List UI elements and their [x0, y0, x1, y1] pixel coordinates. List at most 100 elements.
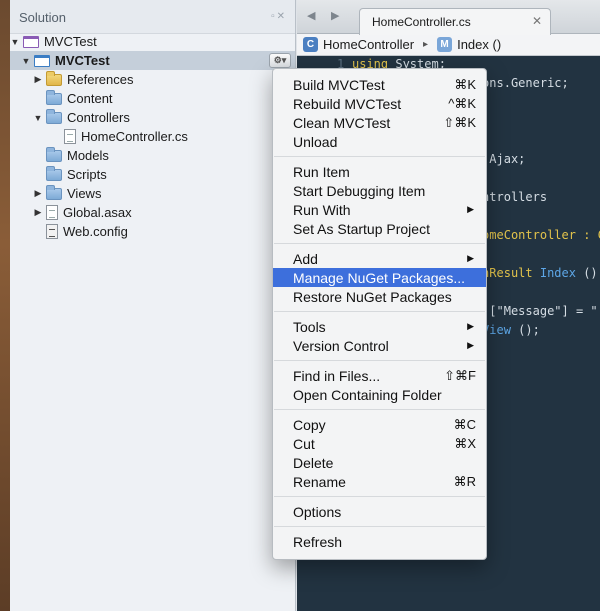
menu-shortcut: ⇧⌘K — [443, 114, 476, 130]
menu-shortcut: ⌘C — [453, 416, 476, 432]
disclosure-closed-icon[interactable]: ▶ — [33, 74, 43, 85]
folder-icon — [46, 184, 62, 200]
menu-item-manage-nuget-packages[interactable]: Manage NuGet Packages... — [273, 268, 486, 287]
tree-item[interactable]: Models — [10, 146, 295, 165]
menu-item-label: Delete — [293, 454, 334, 471]
solution-pane: Solution ▫✕ ▼ MVCTest ▼ MVCTest ⚙▾ ▶ Reference… — [10, 0, 296, 611]
menu-item-restore-nuget-packages[interactable]: Restore NuGet Packages — [273, 287, 486, 306]
folder-icon — [46, 108, 62, 124]
desktop-background-strip — [0, 0, 10, 611]
menu-item-label: Set As Startup Project — [293, 220, 430, 237]
disclosure-closed-icon[interactable]: ▶ — [33, 207, 43, 218]
menu-separator — [274, 409, 485, 410]
close-icon[interactable]: ✕ — [532, 14, 542, 28]
tree-item[interactable]: HomeController.cs — [10, 127, 295, 146]
class-icon: C — [303, 37, 318, 52]
menu-item-find-in-files[interactable]: Find in Files... ⇧⌘F — [273, 366, 486, 385]
menu-item-label: Run With — [293, 201, 351, 218]
solution-icon — [23, 35, 39, 48]
forward-arrow-icon[interactable]: ▶ — [331, 9, 339, 22]
disclosure-open-icon[interactable]: ▼ — [21, 56, 31, 66]
menu-item-refresh[interactable]: Refresh — [273, 532, 486, 551]
submenu-arrow-icon: ▶ — [467, 340, 474, 350]
path-class[interactable]: HomeController — [323, 37, 414, 52]
folder-icon — [46, 89, 62, 105]
back-arrow-icon[interactable]: ◀ — [307, 9, 315, 22]
menu-item-label: Manage NuGet Packages... — [293, 269, 465, 286]
menu-item-add[interactable]: Add ▶ — [273, 249, 486, 268]
menu-item-label: Find in Files... — [293, 367, 381, 384]
menu-item-options[interactable]: Options — [273, 502, 486, 521]
menu-item-open-containing-folder[interactable]: Open Containing Folder — [273, 385, 486, 404]
disclosure-closed-icon[interactable]: ▶ — [33, 188, 43, 199]
context-menu: Build MVCTest ⌘K Rebuild MVCTest ^⌘K Clean M… — [272, 68, 487, 560]
tree-item[interactable]: Web.config — [10, 222, 295, 241]
tree-item-label: Models — [67, 148, 109, 163]
menu-item-label: Unload — [293, 133, 338, 150]
menu-item-label: Refresh — [293, 533, 343, 550]
gear-icon[interactable]: ⚙▾ — [269, 53, 291, 68]
menu-item-clean-mvctest[interactable]: Clean MVCTest ⇧⌘K — [273, 113, 486, 132]
menu-item-label: Copy — [293, 416, 326, 433]
menu-shortcut: ⌘R — [453, 473, 476, 489]
tree-item[interactable]: ▼ MVCTest — [10, 32, 295, 51]
menu-item-run-item[interactable]: Run Item — [273, 162, 486, 181]
menu-item-label: Options — [293, 503, 342, 520]
menu-item-cut[interactable]: Cut ⌘X — [273, 434, 486, 453]
menu-item-build-mvctest[interactable]: Build MVCTest ⌘K — [273, 75, 486, 94]
tab-title: HomeController.cs — [372, 15, 471, 29]
tree-item-label: Web.config — [63, 224, 128, 239]
config-file-icon — [46, 224, 58, 239]
path-separator-icon: ▸ — [423, 39, 429, 50]
submenu-arrow-icon: ▶ — [467, 204, 474, 214]
menu-separator — [274, 526, 485, 527]
menu-separator — [274, 243, 485, 244]
tab-homecontroller[interactable]: HomeController.cs ✕ — [359, 8, 551, 35]
menu-item-copy[interactable]: Copy ⌘C — [273, 415, 486, 434]
tree-item[interactable]: ▶ References — [10, 70, 295, 89]
tree-item-label: References — [67, 72, 134, 87]
tab-bar: ◀ ▶ HomeController.cs ✕ — [297, 0, 600, 35]
folder-icon — [46, 165, 62, 181]
menu-item-tools[interactable]: Tools ▶ — [273, 317, 486, 336]
folder-icon — [46, 146, 62, 162]
menu-item-delete[interactable]: Delete — [273, 453, 486, 472]
menu-item-version-control[interactable]: Version Control ▶ — [273, 336, 486, 355]
menu-item-label: Start Debugging Item — [293, 182, 426, 199]
menu-item-start-debugging-item[interactable]: Start Debugging Item — [273, 181, 486, 200]
tree-item[interactable]: ▶ Views — [10, 184, 295, 203]
menu-item-set-as-startup-project[interactable]: Set As Startup Project — [273, 219, 486, 238]
submenu-arrow-icon: ▶ — [467, 321, 474, 331]
pane-controls-icon[interactable]: ▫✕ — [271, 11, 287, 22]
menu-item-unload[interactable]: Unload — [273, 132, 486, 151]
menu-shortcut: ⇧⌘F — [444, 367, 476, 383]
disclosure-open-icon[interactable]: ▼ — [10, 37, 20, 47]
project-icon — [34, 54, 50, 67]
menu-shortcut: ^⌘K — [448, 95, 476, 111]
menu-item-label: Tools — [293, 318, 326, 335]
tree-item[interactable]: ▶ Global.asax — [10, 203, 295, 222]
menu-item-run-with[interactable]: Run With ▶ — [273, 200, 486, 219]
menu-separator — [274, 311, 485, 312]
tree-item[interactable]: Content — [10, 89, 295, 108]
file-icon — [46, 205, 58, 220]
tree-item-label: Scripts — [67, 167, 107, 182]
menu-item-rebuild-mvctest[interactable]: Rebuild MVCTest ^⌘K — [273, 94, 486, 113]
menu-item-rename[interactable]: Rename ⌘R — [273, 472, 486, 491]
tree-item-label: HomeController.cs — [81, 129, 188, 144]
menu-shortcut: ⌘K — [454, 76, 476, 92]
submenu-arrow-icon: ▶ — [467, 253, 474, 263]
tree-item-label: Views — [67, 186, 102, 201]
solution-pane-header: Solution ▫✕ — [10, 0, 295, 34]
menu-separator — [274, 496, 485, 497]
tree-item[interactable]: ▼ Controllers — [10, 108, 295, 127]
method-icon: M — [437, 37, 453, 52]
menu-item-label: Rename — [293, 473, 346, 490]
disclosure-open-icon[interactable]: ▼ — [33, 113, 43, 123]
tree-item-label: Content — [67, 91, 113, 106]
tree-item[interactable]: Scripts — [10, 165, 295, 184]
path-method[interactable]: Index () — [457, 37, 501, 52]
menu-separator — [274, 360, 485, 361]
path-bar: C HomeController ▸ M Index () — [297, 34, 600, 56]
tree-item[interactable]: ▼ MVCTest ⚙▾ — [10, 51, 295, 70]
